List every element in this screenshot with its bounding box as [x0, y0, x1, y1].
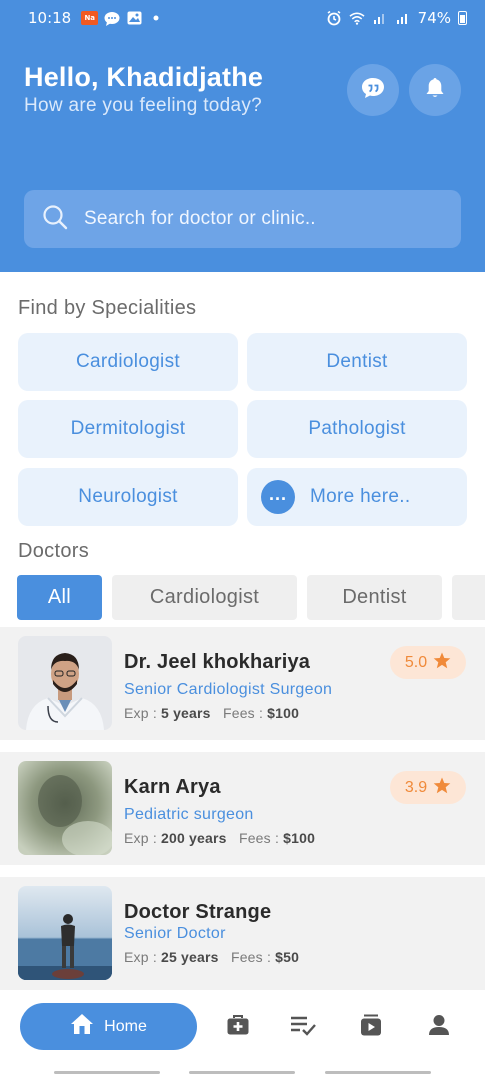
doctor-meta: Exp : 25 years Fees : $50	[124, 949, 299, 965]
chat-button[interactable]	[347, 64, 399, 116]
medical-kit-icon	[226, 1014, 250, 1040]
exp-label: Exp :	[124, 949, 161, 965]
greeting-title: Hello, Khadidjathe	[24, 62, 264, 92]
filter-tab-all[interactable]: All	[17, 575, 102, 620]
home-icon	[70, 1013, 94, 1040]
doctor-meta: Exp : 5 years Fees : $100	[124, 705, 299, 721]
nav-medical-button[interactable]	[225, 1015, 251, 1039]
rating-badge: 3.9	[390, 771, 466, 804]
speciality-dermitologist[interactable]: Dermitologist	[18, 400, 238, 458]
fees-value: $100	[267, 705, 300, 721]
speciality-dentist[interactable]: Dentist	[247, 333, 467, 391]
doctor-name: Karn Arya	[124, 776, 221, 798]
rating-value: 5.0	[404, 653, 428, 671]
more-label: More here..	[310, 486, 411, 507]
status-bar: 10:18 Na 74%	[0, 0, 485, 36]
notification-app-icon: Na	[81, 11, 99, 25]
alarm-icon	[326, 10, 342, 26]
bottom-navigation: Home	[0, 990, 485, 1062]
speciality-neurologist[interactable]: Neurologist	[18, 468, 238, 526]
exp-label: Exp :	[124, 705, 161, 721]
exp-value: 5 years	[161, 705, 211, 721]
exp-value: 200 years	[161, 830, 227, 846]
battery-percent: 74%	[417, 9, 451, 27]
signal-icon-2	[395, 11, 411, 26]
signal-icon-1	[372, 11, 388, 26]
doctor-card[interactable]: Karn Arya Pediatric surgeon Exp : 200 ye…	[0, 752, 485, 865]
doctor-photo	[18, 636, 112, 730]
home-label: Home	[104, 1017, 147, 1035]
rating-badge: 5.0	[390, 646, 466, 679]
gesture-back[interactable]	[325, 1071, 431, 1074]
status-right: 74%	[326, 9, 467, 27]
notifications-button[interactable]	[409, 64, 461, 116]
dot-indicator-icon	[148, 11, 164, 26]
doctor-role: Pediatric surgeon	[124, 806, 254, 823]
search-input[interactable]: Search for doctor or clinic..	[24, 190, 461, 248]
nav-home-button[interactable]: Home	[20, 1003, 197, 1050]
status-time: 10:18	[28, 9, 72, 27]
doctor-role: Senior Cardiologist Surgeon	[124, 681, 333, 698]
doctor-name: Doctor Strange	[124, 901, 272, 923]
nav-list-button[interactable]	[290, 1015, 316, 1039]
specialities-title: Find by Specialities	[18, 297, 197, 319]
speciality-pathologist[interactable]: Pathologist	[247, 400, 467, 458]
speciality-cardiologist[interactable]: Cardiologist	[18, 333, 238, 391]
speciality-more-button[interactable]: ... More here..	[247, 468, 467, 526]
app-screen: 10:18 Na 74% Hello, Khadidjathe How are …	[0, 0, 485, 1080]
gesture-recent[interactable]	[54, 1071, 160, 1074]
nav-profile-button[interactable]	[426, 1015, 452, 1039]
profile-icon	[428, 1014, 450, 1040]
exp-value: 25 years	[161, 949, 219, 965]
exp-label: Exp :	[124, 830, 161, 846]
checklist-icon	[290, 1014, 316, 1040]
message-notification-icon	[104, 11, 120, 26]
header: Hello, Khadidjathe How are you feeling t…	[0, 36, 485, 272]
fees-value: $50	[275, 949, 300, 965]
battery-icon	[458, 11, 467, 25]
rating-value: 3.9	[404, 778, 428, 796]
fees-value: $100	[283, 830, 316, 846]
filter-tab-next[interactable]	[452, 575, 485, 620]
doctor-name: Dr. Jeel khokhariya	[124, 651, 311, 673]
chat-icon	[361, 77, 385, 103]
gallery-notification-icon	[126, 11, 142, 26]
system-gesture-bar	[0, 1062, 485, 1080]
wifi-icon	[349, 11, 365, 26]
filter-tab-cardiologist[interactable]: Cardiologist	[112, 575, 297, 620]
greeting-subtitle: How are you feeling today?	[24, 95, 263, 116]
more-dots-icon: ...	[261, 480, 295, 514]
history-icon	[359, 1014, 383, 1040]
doctor-photo	[18, 761, 112, 855]
fees-label: Fees :	[222, 705, 268, 721]
doctors-title: Doctors	[18, 540, 90, 562]
search-placeholder: Search for doctor or clinic..	[84, 208, 316, 229]
doctor-card[interactable]: Dr. Jeel khokhariya Senior Cardiologist …	[0, 627, 485, 740]
fees-label: Fees :	[230, 949, 276, 965]
gesture-home[interactable]	[189, 1071, 295, 1074]
doctor-photo	[18, 886, 112, 980]
doctor-card[interactable]: Doctor Strange Senior Doctor Exp : 25 ye…	[0, 877, 485, 990]
star-icon	[433, 777, 451, 799]
star-icon	[433, 652, 451, 674]
fees-label: Fees :	[238, 830, 284, 846]
doctor-role: Senior Doctor	[124, 925, 226, 942]
nav-history-button[interactable]	[358, 1014, 384, 1040]
search-icon	[42, 204, 68, 234]
doctor-meta: Exp : 200 years Fees : $100	[124, 830, 315, 846]
status-left: 10:18 Na	[28, 9, 164, 27]
bell-icon	[425, 77, 445, 103]
filter-tab-dentist[interactable]: Dentist	[307, 575, 442, 620]
